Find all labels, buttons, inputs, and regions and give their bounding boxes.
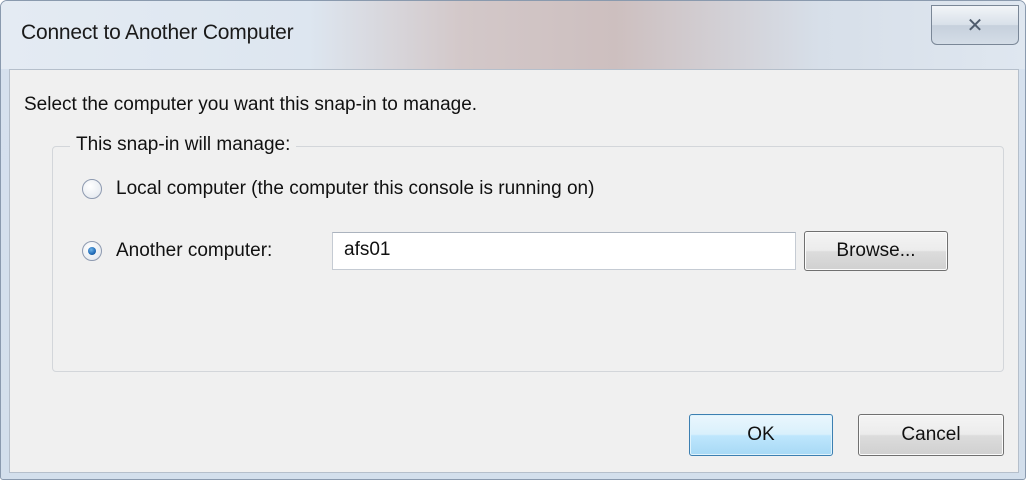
browse-button[interactable]: Browse...: [804, 231, 948, 271]
another-computer-radio[interactable]: [82, 241, 102, 261]
groupbox-label: This snap-in will manage:: [70, 134, 297, 156]
window-title: Connect to Another Computer: [21, 21, 294, 44]
close-icon: ✕: [966, 13, 984, 37]
local-computer-option[interactable]: Local computer (the computer this consol…: [82, 178, 594, 200]
instruction-text: Select the computer you want this snap-i…: [24, 94, 478, 115]
another-computer-option[interactable]: Another computer:: [82, 240, 272, 262]
another-computer-label[interactable]: Another computer:: [116, 240, 272, 262]
dialog-body: Select the computer you want this snap-i…: [9, 69, 1019, 473]
title-bar[interactable]: Connect to Another Computer: [1, 1, 1025, 69]
dialog-window: Connect to Another Computer ✕ Select the…: [0, 0, 1026, 480]
cancel-button[interactable]: Cancel: [858, 414, 1004, 456]
computer-name-input[interactable]: afs01: [332, 232, 796, 270]
ok-button[interactable]: OK: [689, 414, 833, 456]
close-button[interactable]: ✕: [931, 5, 1019, 45]
local-computer-label[interactable]: Local computer (the computer this consol…: [116, 178, 594, 200]
local-computer-radio[interactable]: [82, 179, 102, 199]
